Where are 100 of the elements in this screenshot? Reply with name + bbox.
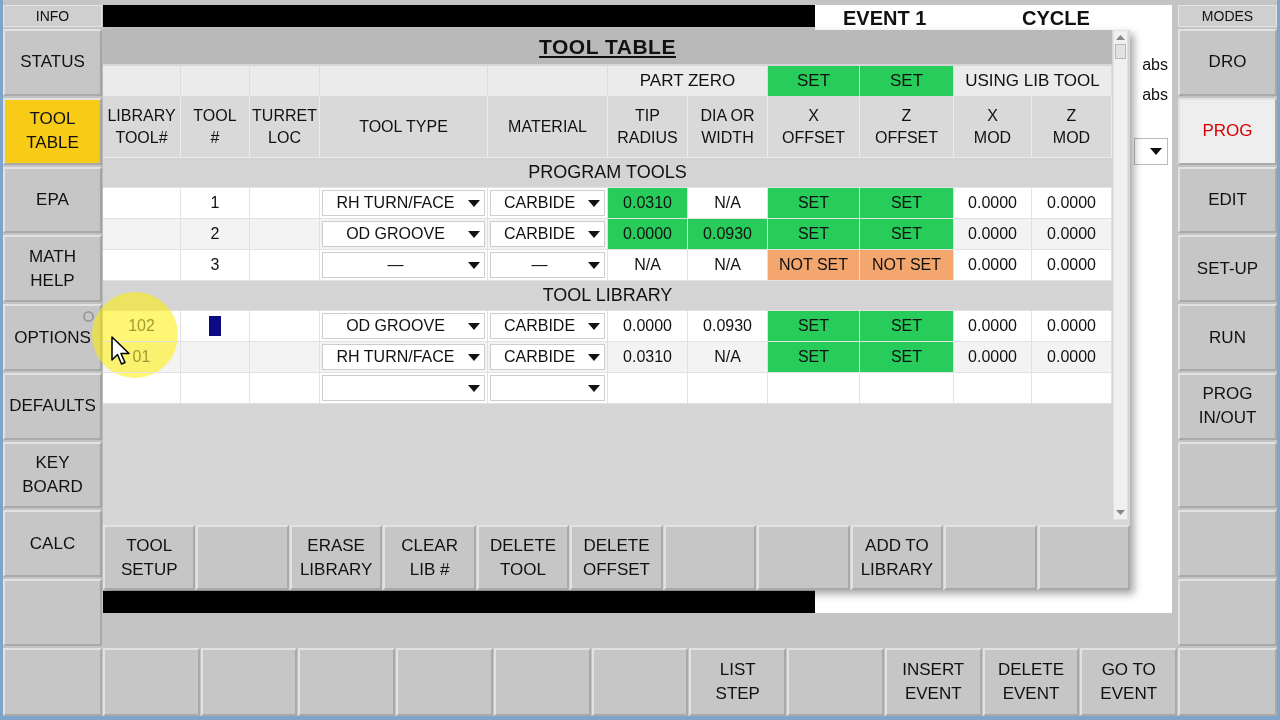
column-header: X MOD xyxy=(954,97,1032,158)
event-label: EVENT 1 xyxy=(843,7,928,29)
blank-button[interactable] xyxy=(396,648,493,716)
blank-button[interactable] xyxy=(663,525,757,590)
caret-icon xyxy=(588,384,600,392)
table-cell: SET xyxy=(860,311,954,342)
table-cell: SET xyxy=(768,219,860,250)
table-cell: SET xyxy=(860,342,954,373)
blank-button[interactable] xyxy=(298,648,396,716)
menu-button[interactable]: OPTIONS xyxy=(3,304,102,371)
menu-button[interactable]: INSERT EVENT xyxy=(884,648,982,716)
column-header: TOOL TYPE xyxy=(320,97,488,158)
blank-button[interactable] xyxy=(1178,510,1277,578)
cycle-label: CYCLE xyxy=(1022,7,1090,29)
menu-button[interactable]: SET-UP xyxy=(1178,235,1277,303)
column-header: Z OFFSET xyxy=(860,97,954,158)
table-cell: SET xyxy=(860,219,954,250)
material-dropdown[interactable]: — xyxy=(490,252,605,278)
caret-icon xyxy=(468,199,480,207)
section-header: PROGRAM TOOLS xyxy=(103,158,1112,188)
menu-button[interactable]: EDIT xyxy=(1178,166,1277,234)
table-cell: SET xyxy=(768,311,860,342)
material-dropdown[interactable] xyxy=(490,375,605,401)
menu-button[interactable]: ERASE LIBRARY xyxy=(289,525,383,590)
tool-type-dropdown[interactable]: OD GROOVE xyxy=(322,221,485,247)
caret-icon xyxy=(588,199,600,207)
table-cell: SET xyxy=(768,342,860,373)
blank-button[interactable] xyxy=(591,648,689,716)
dialog-title: TOOL TABLE xyxy=(539,34,676,61)
menu-button[interactable]: RUN xyxy=(1178,304,1277,371)
table-cell: 0.0000 xyxy=(608,219,688,250)
unit-label: abs xyxy=(1142,56,1168,74)
blank-button[interactable] xyxy=(103,648,200,716)
blank-button[interactable] xyxy=(3,579,102,647)
dropdown-field[interactable] xyxy=(1134,138,1168,165)
blank-button[interactable] xyxy=(196,525,289,590)
blank-button[interactable] xyxy=(200,648,298,716)
tool-type-dropdown[interactable]: OD GROOVE xyxy=(322,313,485,339)
menu-button[interactable]: GO TO EVENT xyxy=(1080,648,1178,716)
caret-icon xyxy=(588,230,600,238)
menu-button[interactable]: MATH HELP xyxy=(3,235,102,303)
material-dropdown[interactable]: CARBIDE xyxy=(490,221,605,247)
menu-button[interactable]: TOOL TABLE xyxy=(3,97,102,165)
menu-button[interactable]: LIST STEP xyxy=(689,648,787,716)
menu-button[interactable]: DRO xyxy=(1178,29,1277,96)
menu-button[interactable]: PROG xyxy=(1178,97,1277,165)
panel-label: INFO xyxy=(3,5,102,27)
scroll-up-icon[interactable] xyxy=(1116,35,1125,40)
menu-button[interactable]: DEFAULTS xyxy=(3,372,102,440)
material-dropdown[interactable]: CARBIDE xyxy=(490,313,605,339)
menu-button[interactable]: DELETE OFFSET xyxy=(570,525,663,590)
blank-button[interactable] xyxy=(1178,441,1277,509)
caret-icon xyxy=(468,384,480,392)
blank-button[interactable] xyxy=(3,648,102,716)
caret-icon xyxy=(468,322,480,330)
menu-button[interactable]: DELETE TOOL xyxy=(476,525,570,590)
menu-button[interactable]: PROG IN/OUT xyxy=(1178,372,1277,440)
panel-label: MODES xyxy=(1178,5,1277,27)
column-header: X OFFSET xyxy=(768,97,860,158)
scroll-down-icon[interactable] xyxy=(1116,510,1125,515)
material-dropdown[interactable]: CARBIDE xyxy=(490,344,605,370)
table-cell xyxy=(181,373,250,404)
blank-button[interactable] xyxy=(1178,648,1278,716)
caret-icon xyxy=(468,353,480,361)
blank-button[interactable] xyxy=(1178,579,1277,647)
blank-button[interactable] xyxy=(757,525,850,590)
section-header: TOOL LIBRARY xyxy=(103,281,1112,311)
column-header: LIBRARY TOOL# xyxy=(103,97,181,158)
material-dropdown[interactable]: CARBIDE xyxy=(490,190,605,216)
table-cell: 0.0310 xyxy=(608,188,688,219)
table-cell: NOT SET xyxy=(768,250,860,281)
blank-button[interactable] xyxy=(787,648,884,716)
table-cell: SET xyxy=(860,188,954,219)
scrollbar-track[interactable] xyxy=(1113,30,1128,520)
menu-button[interactable]: KEY BOARD xyxy=(3,441,102,509)
column-header: Z MOD xyxy=(1032,97,1112,158)
blank-button[interactable] xyxy=(1037,525,1130,590)
column-header: DIA OR WIDTH xyxy=(688,97,768,158)
menu-button[interactable]: DELETE EVENT xyxy=(982,648,1080,716)
tool-type-dropdown[interactable]: RH TURN/FACE xyxy=(322,344,485,370)
menu-button[interactable]: CALC xyxy=(3,510,102,578)
caret-icon xyxy=(1150,148,1162,155)
caret-icon xyxy=(468,261,480,269)
caret-icon xyxy=(588,322,600,330)
scrollbar-thumb[interactable] xyxy=(1115,44,1126,59)
column-header: TURRET LOC xyxy=(250,97,320,158)
menu-button[interactable]: ADD TO LIBRARY xyxy=(850,525,944,590)
table-cell: 0.0930 xyxy=(688,219,768,250)
caret-icon xyxy=(468,230,480,238)
tool-type-dropdown[interactable]: RH TURN/FACE xyxy=(322,190,485,216)
tool-type-dropdown[interactable]: — xyxy=(322,252,485,278)
menu-button[interactable]: TOOL SETUP xyxy=(103,525,196,590)
blank-button[interactable] xyxy=(493,648,591,716)
menu-button[interactable]: EPA xyxy=(3,166,102,234)
menu-button[interactable]: CLEAR LIB # xyxy=(383,525,476,590)
menu-button[interactable]: STATUS xyxy=(3,29,102,96)
table-cell: SET xyxy=(768,188,860,219)
column-header: MATERIAL xyxy=(488,97,608,158)
blank-button[interactable] xyxy=(944,525,1037,590)
tool-type-dropdown[interactable] xyxy=(322,375,485,401)
